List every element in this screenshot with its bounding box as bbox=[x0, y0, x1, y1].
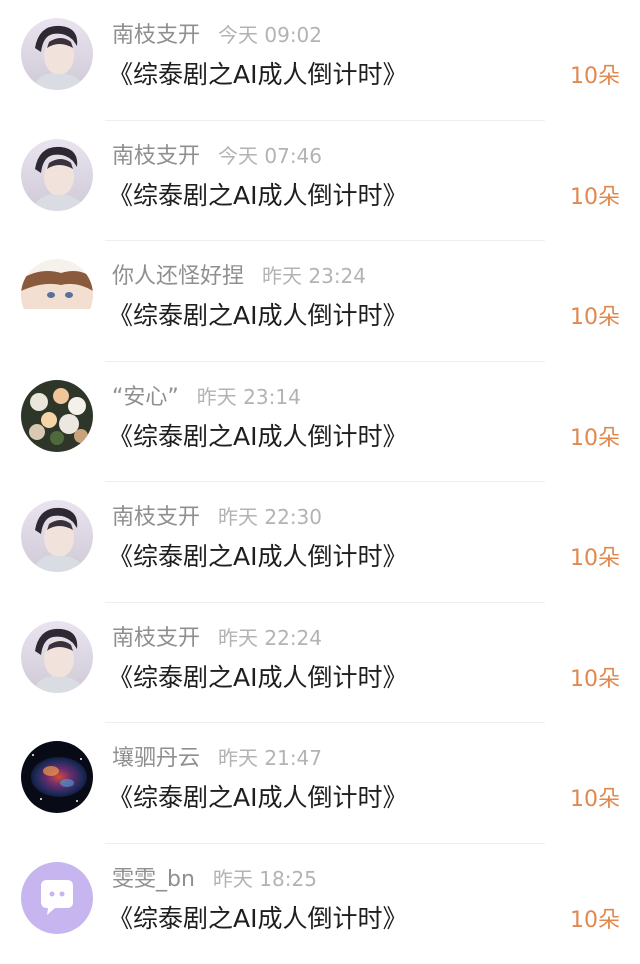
avatar[interactable] bbox=[21, 259, 93, 331]
timestamp: 昨天 21:47 bbox=[218, 746, 322, 770]
username[interactable]: “安心” bbox=[112, 385, 179, 410]
timestamp: 昨天 18:25 bbox=[213, 867, 317, 891]
item-meta: 南枝支开昨天 22:24 bbox=[112, 623, 322, 653]
gift-record-list: 南枝支开今天 09:02 《综泰剧之AI成人倒计时》 10朵 bbox=[0, 0, 640, 964]
list-item[interactable]: “安心” 昨天 23:14 《综泰剧之AI成人倒计时》 10朵 bbox=[0, 362, 640, 483]
gift-count: 10朵 bbox=[570, 181, 620, 215]
anime-avatar-image bbox=[21, 259, 93, 331]
portrait-avatar-image bbox=[21, 500, 93, 572]
gift-count: 10朵 bbox=[570, 542, 620, 576]
avatar[interactable] bbox=[21, 380, 93, 452]
book-title[interactable]: 《综泰剧之AI成人倒计时》 bbox=[108, 299, 407, 333]
avatar[interactable] bbox=[21, 621, 93, 693]
timestamp: 昨天 22:24 bbox=[218, 626, 322, 650]
book-title[interactable]: 《综泰剧之AI成人倒计时》 bbox=[108, 902, 407, 936]
portrait-avatar-image bbox=[21, 621, 93, 693]
list-item[interactable]: 壤驷丹云昨天 21:47 《综泰剧之AI成人倒计时》 10朵 bbox=[0, 723, 640, 844]
item-meta: “安心” 昨天 23:14 bbox=[112, 382, 301, 412]
avatar[interactable] bbox=[21, 500, 93, 572]
avatar[interactable] bbox=[21, 139, 93, 211]
book-title[interactable]: 《综泰剧之AI成人倒计时》 bbox=[108, 420, 407, 454]
book-title[interactable]: 《综泰剧之AI成人倒计时》 bbox=[108, 540, 407, 574]
nebula-avatar-image bbox=[21, 741, 93, 813]
book-title[interactable]: 《综泰剧之AI成人倒计时》 bbox=[108, 781, 407, 815]
book-title[interactable]: 《综泰剧之AI成人倒计时》 bbox=[108, 58, 407, 92]
username[interactable]: 南枝支开 bbox=[112, 23, 200, 48]
timestamp: 今天 09:02 bbox=[218, 23, 322, 47]
username[interactable]: 南枝支开 bbox=[112, 505, 200, 530]
username[interactable]: 南枝支开 bbox=[112, 626, 200, 651]
timestamp: 今天 07:46 bbox=[218, 144, 322, 168]
gift-count: 10朵 bbox=[570, 904, 620, 938]
flowers-avatar-image bbox=[21, 380, 93, 452]
gift-count: 10朵 bbox=[570, 422, 620, 456]
item-meta: 壤驷丹云昨天 21:47 bbox=[112, 743, 322, 773]
list-item[interactable]: 南枝支开昨天 22:30 《综泰剧之AI成人倒计时》 10朵 bbox=[0, 482, 640, 603]
list-item[interactable]: 南枝支开昨天 22:24 《综泰剧之AI成人倒计时》 10朵 bbox=[0, 603, 640, 724]
item-meta: 雯雯_bn 昨天 18:25 bbox=[112, 864, 317, 894]
timestamp: 昨天 23:14 bbox=[197, 385, 301, 409]
avatar[interactable] bbox=[21, 18, 93, 90]
timestamp: 昨天 23:24 bbox=[262, 264, 366, 288]
book-title[interactable]: 《综泰剧之AI成人倒计时》 bbox=[108, 179, 407, 213]
gift-count: 10朵 bbox=[570, 301, 620, 335]
list-item[interactable]: 南枝支开今天 07:46 《综泰剧之AI成人倒计时》 10朵 bbox=[0, 121, 640, 242]
list-item[interactable]: 南枝支开今天 09:02 《综泰剧之AI成人倒计时》 10朵 bbox=[0, 0, 640, 121]
gift-count: 10朵 bbox=[570, 60, 620, 94]
avatar[interactable] bbox=[21, 741, 93, 813]
portrait-avatar-image bbox=[21, 139, 93, 211]
item-meta: 南枝支开今天 09:02 bbox=[112, 20, 322, 50]
portrait-avatar-image bbox=[21, 18, 93, 90]
username[interactable]: 壤驷丹云 bbox=[112, 746, 200, 771]
book-title[interactable]: 《综泰剧之AI成人倒计时》 bbox=[108, 661, 407, 695]
list-item[interactable]: 雯雯_bn 昨天 18:25 《综泰剧之AI成人倒计时》 10朵 bbox=[0, 844, 640, 964]
gift-count: 10朵 bbox=[570, 783, 620, 817]
list-item[interactable]: 你人还怪好捏昨天 23:24 《综泰剧之AI成人倒计时》 10朵 bbox=[0, 241, 640, 362]
item-meta: 你人还怪好捏昨天 23:24 bbox=[112, 261, 366, 291]
username[interactable]: 雯雯_bn bbox=[112, 867, 195, 892]
avatar[interactable] bbox=[21, 862, 93, 934]
timestamp: 昨天 22:30 bbox=[218, 505, 322, 529]
default-chat-avatar-image bbox=[21, 862, 93, 934]
item-meta: 南枝支开昨天 22:30 bbox=[112, 502, 322, 532]
item-meta: 南枝支开今天 07:46 bbox=[112, 141, 322, 171]
username[interactable]: 你人还怪好捏 bbox=[112, 264, 244, 289]
gift-count: 10朵 bbox=[570, 663, 620, 697]
username[interactable]: 南枝支开 bbox=[112, 144, 200, 169]
